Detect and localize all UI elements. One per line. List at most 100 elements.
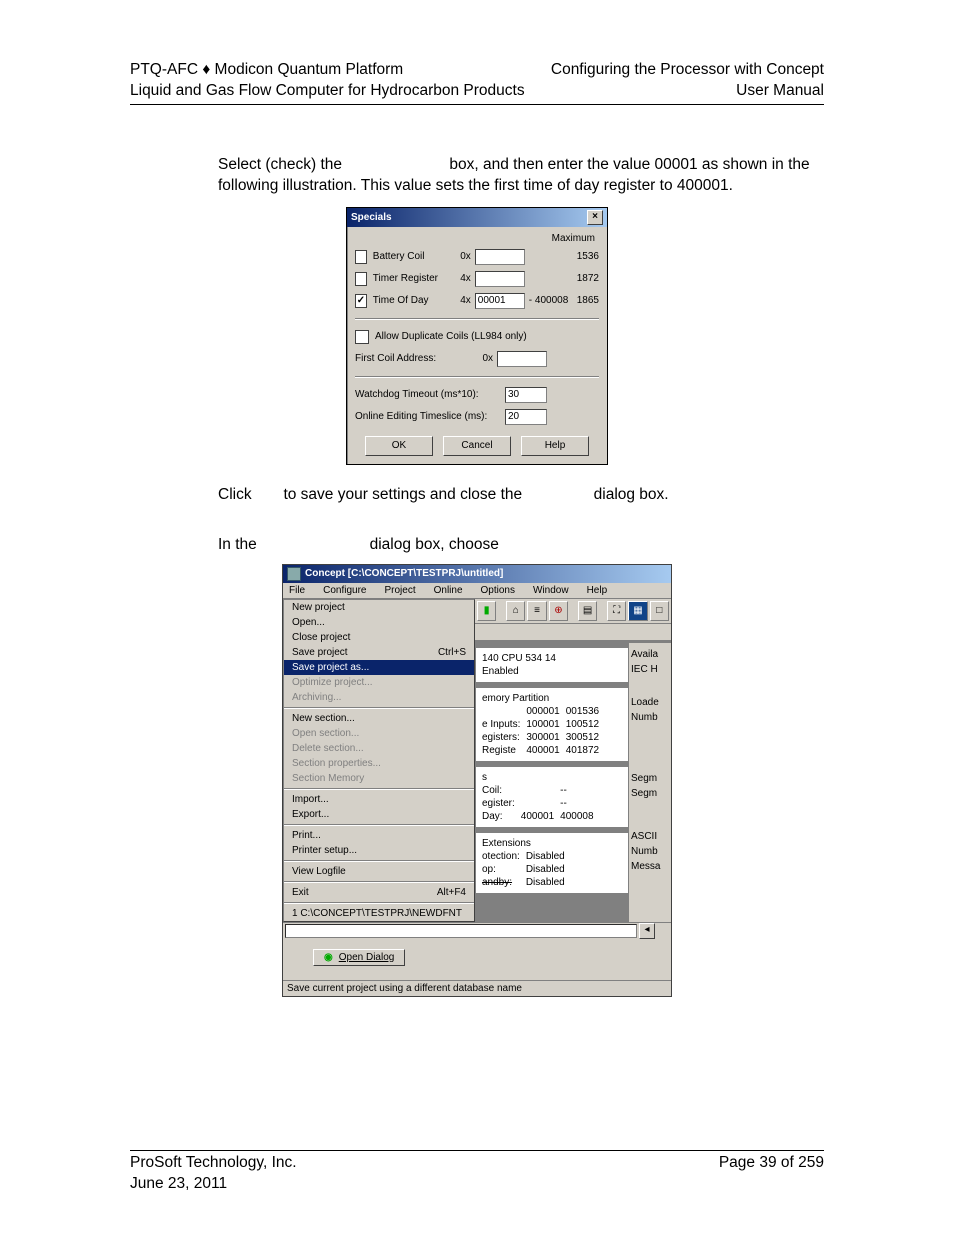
header-right-1: Configuring the Processor with Concept — [551, 60, 824, 81]
right-edge-labels: Availa IEC H Loade Numb Segm Segm ASCII … — [628, 643, 671, 922]
first-coil-input[interactable] — [497, 351, 547, 367]
menu-item[interactable]: 1 C:\CONCEPT\TESTPRJ\NEWDFNT — [284, 906, 474, 921]
menu-item: Section Memory — [284, 771, 474, 786]
battery-prefix: 0x — [454, 251, 470, 262]
specials-dialog: Specials × Maximum Battery Coil 0x 1536 … — [346, 207, 608, 465]
toolbar-icon-2[interactable]: ⌂ — [506, 601, 525, 621]
para1-a: Select (check) the — [218, 156, 346, 173]
timer-max: 1872 — [570, 273, 599, 284]
para2-a: Click — [218, 486, 256, 503]
toolbar-icon-5[interactable]: ▤ — [578, 601, 597, 621]
open-dialog-label: Open Dialog — [339, 952, 395, 963]
menu-item[interactable]: ExitAlt+F4 — [284, 885, 474, 900]
battery-coil-input[interactable] — [475, 249, 525, 265]
menu-help[interactable]: Help — [583, 584, 612, 597]
menu-configure[interactable]: Configure — [319, 584, 370, 597]
page-footer: ProSoft Technology, Inc. June 23, 2011 P… — [130, 1150, 824, 1195]
footer-company: ProSoft Technology, Inc. — [130, 1153, 297, 1174]
menu-item[interactable]: Import... — [284, 792, 474, 807]
timer-register-label: Timer Register — [373, 273, 455, 284]
horizontal-scrollbar[interactable]: ◂ ▸ — [283, 922, 671, 939]
close-icon[interactable]: × — [587, 210, 603, 225]
allow-duplicate-checkbox[interactable] — [355, 330, 369, 344]
timeslice-input[interactable] — [505, 409, 547, 425]
step-a: In the — [218, 536, 261, 553]
menu-item[interactable]: Print... — [284, 828, 474, 843]
menu-item[interactable]: View Logfile — [284, 864, 474, 879]
step-b: dialog box, choose — [365, 536, 503, 553]
help-button[interactable]: Help — [521, 436, 589, 456]
step-dlg: PLC Selection — [261, 536, 365, 553]
footer-page: Page 39 of 259 — [719, 1153, 824, 1195]
maximum-label: Maximum — [355, 233, 599, 244]
battery-coil-label: Battery Coil — [373, 251, 455, 262]
first-coil-prefix: 0x — [473, 353, 493, 364]
menubar[interactable]: File Configure Project Online Options Wi… — [283, 583, 671, 599]
toolbar-icon-6[interactable]: ⛶ — [607, 601, 626, 621]
tod-max: 1865 — [570, 295, 599, 306]
menu-options[interactable]: Options — [477, 584, 519, 597]
timeslice-label: Online Editing Timeslice (ms): — [355, 411, 505, 422]
battery-max: 1536 — [570, 251, 599, 262]
header-right-2: User Manual — [551, 81, 824, 102]
app-title: Concept [C:\CONCEPT\TESTPRJ\untitled] — [305, 568, 503, 579]
menu-window[interactable]: Window — [529, 584, 573, 597]
menu-project[interactable]: Project — [380, 584, 419, 597]
battery-coil-checkbox[interactable] — [355, 250, 367, 264]
ok-button[interactable]: OK — [365, 436, 433, 456]
menu-item[interactable]: Export... — [284, 807, 474, 822]
header-left-1: PTQ-AFC ♦ Modicon Quantum Platform — [130, 60, 525, 81]
tod-prefix: 4x — [454, 295, 470, 306]
menu-item[interactable]: New section... — [284, 711, 474, 726]
menu-item[interactable]: Save project as... — [284, 660, 474, 675]
timer-register-input[interactable] — [475, 271, 525, 287]
menu-item[interactable]: Open... — [284, 615, 474, 630]
app-icon — [287, 567, 301, 581]
header-left-2: Liquid and Gas Flow Computer for Hydroca… — [130, 81, 525, 102]
para2-b: to save your settings and close the — [279, 486, 526, 503]
para1-bold: TIME OF DAY — [346, 156, 445, 173]
page-header: PTQ-AFC ♦ Modicon Quantum Platform Liqui… — [130, 60, 824, 105]
paragraph-2: Click OK to save your settings and close… — [218, 485, 824, 506]
menu-item: Open section... — [284, 726, 474, 741]
scroll-left-icon[interactable]: ◂ — [639, 923, 655, 939]
tod-suffix: - 400008 — [525, 295, 570, 306]
para2-ok: OK — [256, 486, 279, 503]
menu-item: Archiving... — [284, 690, 474, 705]
time-of-day-label: Time Of Day — [373, 295, 455, 306]
watchdog-label: Watchdog Timeout (ms*10): — [355, 389, 505, 400]
step-9: 9 In the PLC Selection dialog box, choos… — [218, 536, 824, 554]
menu-item[interactable]: New project — [284, 600, 474, 615]
menu-online[interactable]: Online — [430, 584, 467, 597]
step-act: File / Save project as — [503, 536, 656, 553]
open-dialog-icon: ◉ — [324, 952, 333, 963]
footer-date: June 23, 2011 — [130, 1174, 297, 1195]
allow-duplicate-label: Allow Duplicate Coils (LL984 only) — [375, 331, 527, 342]
para2-c: dialog box. — [589, 486, 668, 503]
time-of-day-input[interactable] — [475, 293, 525, 309]
toolbar-icon-1[interactable]: ▮ — [477, 601, 496, 621]
watchdog-input[interactable] — [505, 387, 547, 403]
menu-item[interactable]: Close project — [284, 630, 474, 645]
cancel-button[interactable]: Cancel — [443, 436, 511, 456]
menu-item[interactable]: Printer setup... — [284, 843, 474, 858]
time-of-day-checkbox[interactable] — [355, 294, 367, 308]
timer-register-checkbox[interactable] — [355, 272, 367, 286]
ext-table: otection:Disabled op:Disabled andby:Disa… — [482, 850, 571, 889]
memory-table: 000001001536 e Inputs:100001100512 egist… — [482, 705, 605, 757]
toolbar-icon-3[interactable]: ≡ — [527, 601, 546, 621]
menu-item: Optimize project... — [284, 675, 474, 690]
open-dialog-button[interactable]: ◉ Open Dialog — [313, 949, 405, 966]
toolbar-icon-7[interactable]: ▦ — [628, 601, 647, 621]
menu-item: Section properties... — [284, 756, 474, 771]
menu-item: Delete section... — [284, 741, 474, 756]
toolbar-icon-8[interactable]: □ — [650, 601, 669, 621]
menu-file[interactable]: File — [285, 584, 309, 597]
toolbar-icon-4[interactable]: ⊕ — [549, 601, 568, 621]
menu-item[interactable]: Save projectCtrl+S — [284, 645, 474, 660]
file-menu-dropdown: New projectOpen...Close projectSave proj… — [283, 599, 475, 922]
para2-dlg: Specials — [526, 486, 589, 503]
specials-title: Specials — [351, 212, 392, 223]
status-bar: Save current project using a different d… — [283, 980, 671, 996]
toolbar: ▮ ⌂ ≡ ⊕ ▤ ⛶ ▦ □ — [475, 599, 671, 624]
